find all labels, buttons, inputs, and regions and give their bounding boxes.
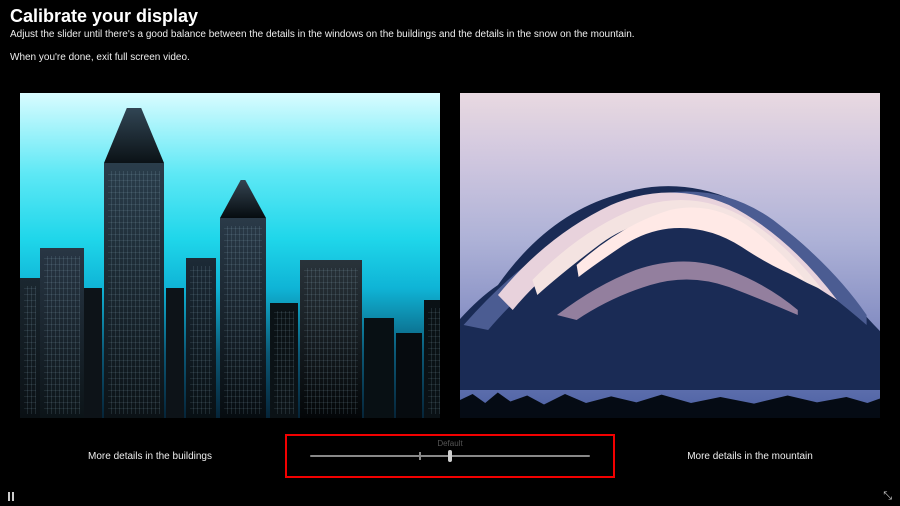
page-title: Calibrate your display: [10, 6, 890, 27]
controls-row: More details in the buildings Default Mo…: [0, 434, 900, 478]
mountain-image: [460, 93, 880, 418]
slider-thumb[interactable]: [448, 450, 452, 462]
calibration-slider[interactable]: Default: [285, 434, 615, 478]
exit-fullscreen-icon[interactable]: ⤡: [883, 491, 892, 502]
caption-left: More details in the buildings: [35, 451, 265, 462]
page-subtitle: Adjust the slider until there's a good b…: [10, 29, 890, 40]
header: Calibrate your display Adjust the slider…: [0, 0, 900, 63]
caption-right: More details in the mountain: [635, 451, 865, 462]
page-instruction: When you're done, exit full screen video…: [10, 52, 890, 63]
slider-track[interactable]: [310, 455, 590, 457]
pause-icon[interactable]: [8, 492, 14, 501]
calibration-images: [0, 93, 900, 418]
buildings-image: [20, 93, 440, 418]
bottom-bar: ⤡: [0, 491, 900, 502]
slider-default-label: Default: [437, 439, 462, 448]
slider-default-tick: [419, 452, 421, 460]
